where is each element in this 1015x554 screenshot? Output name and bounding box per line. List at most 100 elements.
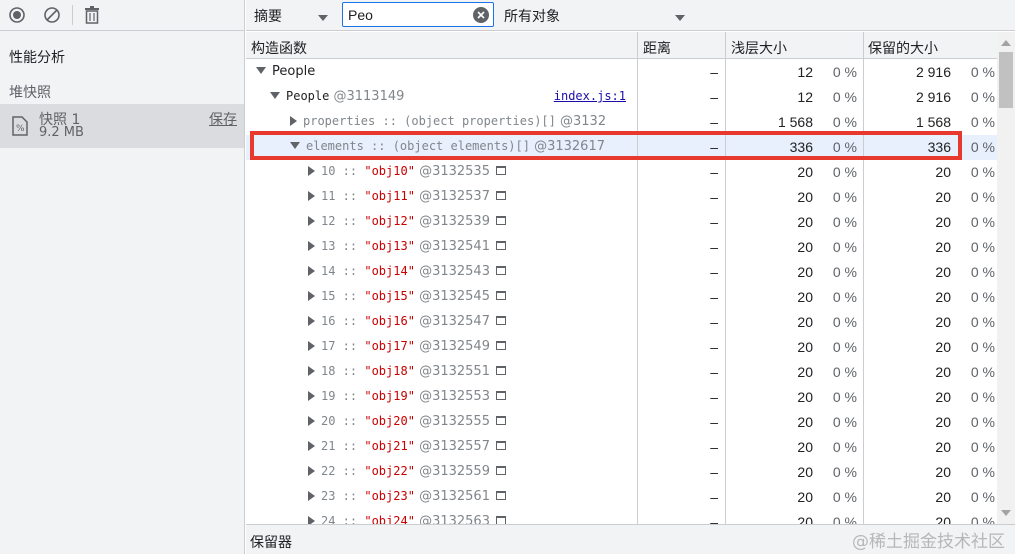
objects-select[interactable]: 所有对象 [504,6,560,26]
expand-right-icon[interactable] [308,165,315,176]
expand-right-icon[interactable] [308,365,315,376]
table-row[interactable]: People @3113149 index.js:1 – 12 0 % 2 916 0 % [246,85,997,110]
expand-right-icon[interactable] [308,415,315,426]
expand-right-icon[interactable] [290,115,297,126]
reveal-window-icon[interactable] [495,191,506,200]
shallow-size-percent: 0 % [832,214,857,230]
retained-size-percent: 0 % [970,514,995,524]
retained-size-percent: 0 % [970,264,995,280]
table-row[interactable]: People – 12 0 % 2 916 0 % [246,60,997,85]
shallow-size-value: 20 [797,364,813,380]
table-row[interactable]: 17 :: "obj17" @3132549 – 20 0 % 20 0 % [246,335,997,360]
table-row[interactable]: 10 :: "obj10" @3132535 – 20 0 % 20 0 % [246,160,997,185]
expand-right-icon[interactable] [308,290,315,301]
header-distance[interactable]: 距离 [643,38,671,58]
expand-right-icon[interactable] [308,490,315,501]
object-id: @3132541 [414,239,490,254]
table-row[interactable]: 16 :: "obj16" @3132547 – 20 0 % 20 0 % [246,310,997,335]
expand-right-icon[interactable] [308,440,315,451]
reveal-window-icon[interactable] [495,466,506,475]
header-shallow-size[interactable]: 浅层大小 [731,38,787,58]
heap-snapshots-heading: 堆快照 [9,85,51,101]
retained-size-percent: 0 % [970,164,995,180]
constructor-cell: 20 :: "obj20" @3132555 [246,414,637,434]
reveal-window-icon[interactable] [495,316,506,325]
clear-filter-icon[interactable] [473,7,489,27]
table-row[interactable]: 15 :: "obj15" @3132545 – 20 0 % 20 0 % [246,285,997,310]
expand-right-icon[interactable] [308,390,315,401]
separator: :: [335,339,365,353]
expand-right-icon[interactable] [308,215,315,226]
shallow-size-percent: 0 % [832,439,857,455]
reveal-window-icon[interactable] [495,366,506,375]
scroll-up-icon[interactable] [1001,40,1011,46]
expand-right-icon[interactable] [308,340,315,351]
reveal-window-icon[interactable] [495,216,506,225]
shallow-size-value: 20 [797,464,813,480]
reveal-window-icon[interactable] [495,416,506,425]
table-row[interactable]: 21 :: "obj21" @3132557 – 20 0 % 20 0 % [246,435,997,460]
reveal-window-icon[interactable] [495,266,506,275]
distance-value: – [710,389,718,405]
chevron-down-icon[interactable] [675,10,685,25]
table-row[interactable]: 13 :: "obj13" @3132541 – 20 0 % 20 0 % [246,235,997,260]
expand-down-icon[interactable] [256,67,266,74]
element-string-value: "obj21" [364,439,415,453]
source-link[interactable]: index.js:1 [554,89,626,103]
chevron-down-icon[interactable] [318,10,328,25]
constructor-cell: 13 :: "obj13" @3132541 [246,239,637,259]
object-id: @3132545 [414,289,490,304]
reveal-window-icon[interactable] [495,291,506,300]
table-row[interactable]: 19 :: "obj19" @3132553 – 20 0 % 20 0 % [246,385,997,410]
table-row[interactable]: 11 :: "obj11" @3132537 – 20 0 % 20 0 % [246,185,997,210]
constructor-cell: 15 :: "obj15" @3132545 [246,289,637,309]
reveal-window-icon[interactable] [495,391,506,400]
snapshot-item[interactable]: % 快照 1 9.2 MB 保存 [0,104,244,148]
record-icon[interactable] [6,4,28,26]
constructor-cell: 16 :: "obj16" @3132547 [246,314,637,334]
class-filter-box[interactable] [342,2,494,27]
shallow-size-percent: 0 % [832,364,857,380]
header-retained-size[interactable]: 保留的大小 [868,38,938,58]
table-row[interactable]: 22 :: "obj22" @3132559 – 20 0 % 20 0 % [246,460,997,485]
table-row[interactable]: 20 :: "obj20" @3132555 – 20 0 % 20 0 % [246,410,997,435]
shallow-size-value: 12 [797,89,813,105]
expand-right-icon[interactable] [308,465,315,476]
reveal-window-icon[interactable] [495,491,506,500]
table-row[interactable]: 14 :: "obj14" @3132543 – 20 0 % 20 0 % [246,260,997,285]
element-index: 10 [321,164,336,178]
save-snapshot-link[interactable]: 保存 [209,109,237,129]
table-row[interactable]: 23 :: "obj23" @3132561 – 20 0 % 20 0 % [246,485,997,510]
table-row[interactable]: 12 :: "obj12" @3132539 – 20 0 % 20 0 % [246,210,997,235]
reveal-window-icon[interactable] [495,241,506,250]
table-header: 构造函数 距离 浅层大小 保留的大小 [246,32,997,59]
expand-right-icon[interactable] [308,315,315,326]
distance-value: – [710,164,718,180]
scrollbar-thumb[interactable] [999,52,1013,108]
reveal-window-icon[interactable] [495,516,506,524]
trash-icon[interactable] [81,4,103,26]
shallow-size-value: 1 568 [777,114,813,130]
header-constructor[interactable]: 构造函数 [251,38,307,58]
scroll-down-icon[interactable] [1001,510,1011,516]
heap-summary-table: 构造函数 距离 浅层大小 保留的大小 People –12 0 % 2 916 0 % P… [246,32,997,524]
reveal-window-icon[interactable] [495,441,506,450]
expand-right-icon[interactable] [308,190,315,201]
table-scrollbar[interactable] [997,32,1015,524]
expand-right-icon[interactable] [308,265,315,276]
shallow-size-percent: 0 % [832,514,857,524]
expand-right-icon[interactable] [308,515,315,524]
reveal-window-icon[interactable] [495,166,506,175]
constructor-cell: 10 :: "obj10" @3132535 [246,164,637,184]
clear-icon[interactable] [41,4,63,26]
expand-right-icon[interactable] [308,240,315,251]
table-row[interactable]: 18 :: "obj18" @3132551 – 20 0 % 20 0 % [246,360,997,385]
class-filter-input[interactable] [348,6,468,24]
view-select[interactable]: 摘要 [254,6,282,26]
table-row[interactable]: 24 :: "obj24" @3132563 – 20 0 % 20 0 % [246,510,997,524]
reveal-window-icon[interactable] [495,341,506,350]
retainers-panel: 保留器 @稀土掘金技术社区 [246,524,1015,554]
expand-down-icon[interactable] [270,92,280,99]
separator: :: [335,414,365,428]
retained-size-percent: 0 % [970,239,995,255]
